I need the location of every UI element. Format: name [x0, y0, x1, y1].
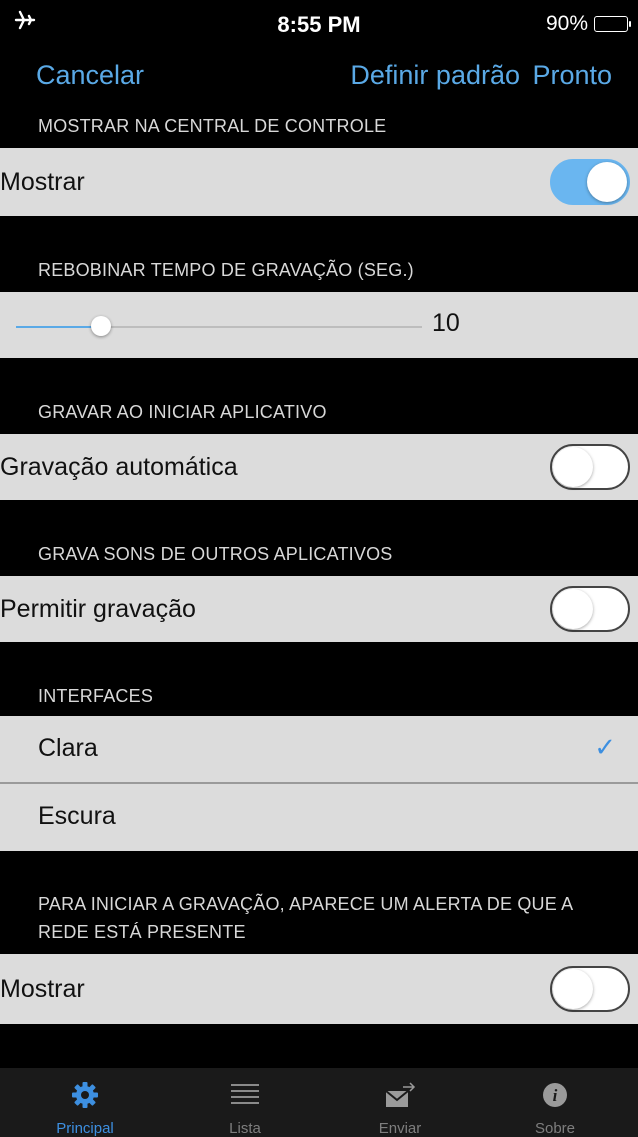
done-button[interactable]: Pronto [532, 60, 612, 91]
info-icon: i [480, 1080, 630, 1110]
status-bar: 8:55 PM 90% [0, 0, 638, 46]
row-auto-record: Gravação automática [0, 434, 638, 500]
cancel-button[interactable]: Cancelar [36, 60, 144, 91]
tab-label: Lista [229, 1120, 261, 1137]
tab-bar: Principal Lista Enviar i Sobre [0, 1068, 638, 1137]
section-header-control-center: MOSTRAR NA CENTRAL DE CONTROLE [38, 116, 387, 136]
row-label: Mostrar [0, 975, 85, 1003]
tab-label: Principal [56, 1120, 114, 1137]
battery-indicator: 90% [545, 12, 631, 36]
row-label: Permitir gravação [0, 595, 196, 623]
gear-icon [10, 1080, 160, 1110]
checkmark-icon: ✓ [594, 732, 616, 762]
section-header-rewind: REBOBINAR TEMPO DE GRAVAÇÃO (SEG.) [38, 260, 414, 280]
navigation-bar: Cancelar Definir padrão Pronto [0, 52, 638, 100]
rewind-value: 10 [432, 309, 460, 337]
slider-thumb[interactable] [91, 316, 111, 336]
section-header-other-apps: GRAVA SONS DE OUTROS APLICATIVOS [38, 544, 393, 564]
interface-option-clara[interactable]: Clara ✓ [0, 716, 638, 784]
envelope-icon [325, 1080, 475, 1110]
auto-record-toggle[interactable] [550, 444, 630, 490]
rewind-slider[interactable] [16, 316, 422, 336]
tab-sobre[interactable]: i Sobre [480, 1068, 630, 1137]
status-time: 8:55 PM [277, 12, 361, 37]
tab-label: Enviar [378, 1120, 422, 1137]
row-label: Mostrar [0, 168, 85, 196]
slider-fill [16, 326, 101, 328]
allow-recording-toggle[interactable] [550, 586, 630, 632]
option-label: Escura [38, 802, 116, 830]
section-header-auto-record: GRAVAR AO INICIAR APLICATIVO [38, 402, 327, 422]
tab-label: Sobre [534, 1120, 576, 1137]
list-icon [170, 1080, 320, 1110]
battery-percent: 90% [545, 12, 588, 35]
show-control-center-toggle[interactable] [550, 159, 630, 205]
tab-lista[interactable]: Lista [170, 1068, 320, 1137]
section-header-interfaces: INTERFACES [38, 686, 154, 706]
row-rewind-slider: 10 [0, 292, 638, 358]
interface-option-escura[interactable]: Escura [0, 784, 638, 852]
tab-enviar[interactable]: Enviar [325, 1068, 475, 1137]
header-line-1: PARA INICIAR A GRAVAÇÃO, APARECE UM ALER… [38, 894, 574, 914]
row-label: Gravação automática [0, 453, 238, 481]
network-alert-toggle[interactable] [550, 966, 630, 1012]
svg-text:i: i [553, 1086, 558, 1105]
row-show-control-center: Mostrar [0, 148, 638, 216]
section-header-network-alert: PARA INICIAR A GRAVAÇÃO, APARECE UM ALER… [0, 890, 638, 946]
interfaces-options: Clara ✓ Escura [0, 716, 638, 851]
row-allow-recording: Permitir gravação [0, 576, 638, 642]
header-line-2: REDE ESTÁ PRESENTE [38, 922, 246, 942]
row-network-alert: Mostrar [0, 954, 638, 1024]
tab-principal[interactable]: Principal [10, 1068, 160, 1137]
battery-icon [594, 16, 631, 32]
option-label: Clara [38, 734, 98, 762]
set-default-button[interactable]: Definir padrão [350, 60, 520, 91]
